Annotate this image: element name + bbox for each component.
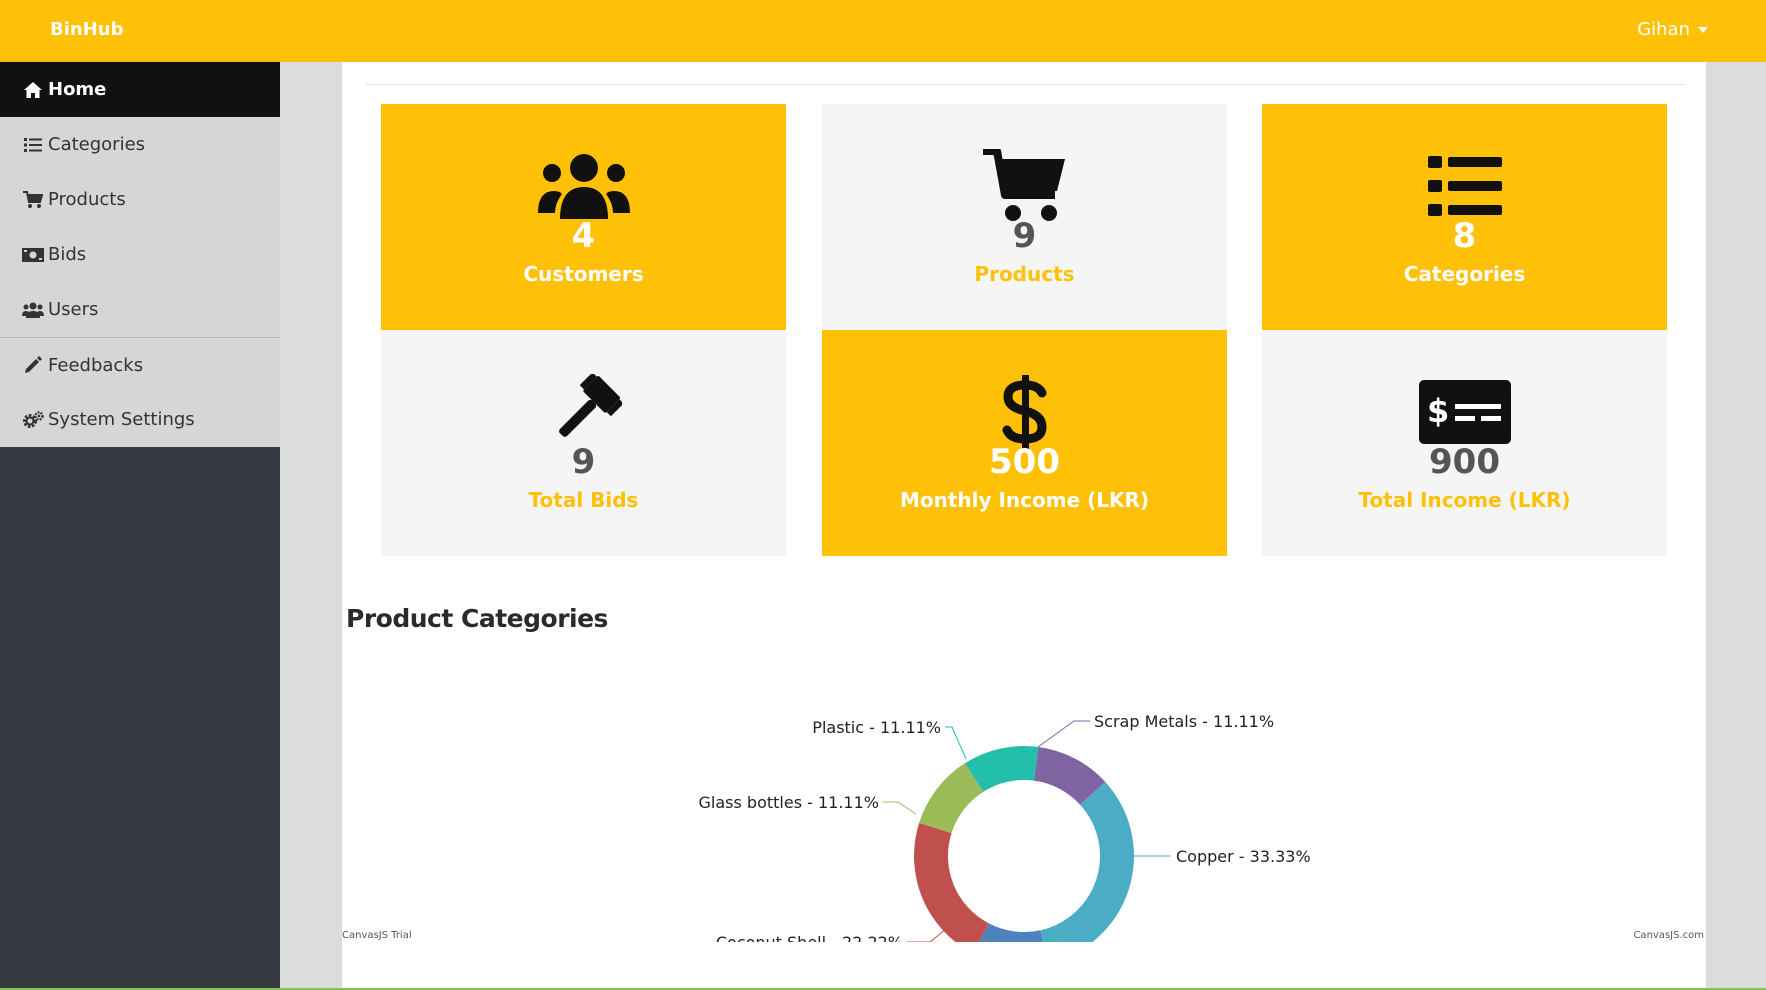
stat-card-categories: 8 Categories	[1262, 104, 1667, 330]
sidebar: Home Categories Products Bids Users Feed…	[0, 62, 280, 990]
stat-label: Products	[974, 262, 1075, 286]
chart-data-label: Glass bottles - 11.11%	[699, 793, 879, 812]
chart-credit-left[interactable]: CanvasJS Trial	[342, 930, 412, 941]
caret-down-icon	[1698, 27, 1708, 33]
list-icon	[1262, 148, 1667, 224]
stat-label: Categories	[1403, 262, 1526, 286]
user-dropdown[interactable]: Gihan	[1637, 19, 1708, 40]
stat-card-customers: 4 Customers	[381, 104, 786, 330]
chart-data-label: Scrap Metals - 11.11%	[1094, 712, 1274, 731]
sidebar-item-home[interactable]: Home	[0, 62, 280, 117]
user-name: Gihan	[1637, 19, 1690, 40]
stat-value: 500	[989, 442, 1060, 482]
users-icon	[22, 299, 44, 321]
sidebar-item-categories[interactable]: Categories	[0, 117, 280, 172]
chart-label-connector	[883, 801, 917, 815]
sidebar-item-label: Bids	[48, 244, 87, 265]
stat-value: 8	[1452, 216, 1477, 256]
main-content: 4 Customers 9 Products 8 Categories 9 To…	[342, 62, 1706, 988]
stat-label: Total Income (LKR)	[1358, 488, 1571, 512]
cart-icon	[22, 189, 44, 211]
stat-card-total-income: $ 900 Total Income (LKR)	[1262, 330, 1667, 556]
sidebar-item-label: Feedbacks	[48, 354, 144, 376]
sidebar-item-products[interactable]: Products	[0, 172, 280, 227]
dollar-icon	[822, 374, 1227, 450]
chart-data-label: Plastic - 11.11%	[812, 718, 941, 737]
svg-text:$: $	[1427, 392, 1449, 430]
sidebar-item-label: Users	[48, 299, 99, 320]
product-categories-chart: Copper - 33.33%Aluminum - 0%Books and Pa…	[699, 712, 1311, 942]
chart-credit-right[interactable]: CanvasJS.com	[1633, 930, 1704, 941]
money-bill-icon	[22, 244, 44, 266]
sidebar-item-system-settings[interactable]: System Settings	[0, 392, 280, 447]
gears-icon	[22, 409, 44, 431]
stat-value: 900	[1429, 442, 1500, 482]
chart-label-connector	[907, 928, 947, 942]
cart-icon	[822, 148, 1227, 224]
sidebar-item-label: System Settings	[48, 409, 195, 430]
stat-label: Total Bids	[528, 488, 639, 512]
brand-logo[interactable]: BinHub	[50, 19, 123, 40]
stat-value: 9	[571, 442, 596, 482]
top-navbar: BinHub Gihan	[0, 0, 1766, 62]
chart-label-connector	[1037, 720, 1090, 748]
chart-slice-copper[interactable]	[1040, 781, 1134, 942]
sidebar-item-users[interactable]: Users	[0, 282, 280, 337]
users-icon	[381, 148, 786, 224]
sidebar-item-feedbacks[interactable]: Feedbacks	[0, 337, 280, 392]
sidebar-item-bids[interactable]: Bids	[0, 227, 280, 282]
sidebar-item-label: Home	[48, 79, 107, 100]
sidebar-item-label: Categories	[48, 134, 146, 155]
stat-card-products: 9 Products	[822, 104, 1227, 330]
stat-card-total-bids: 9 Total Bids	[381, 330, 786, 556]
chart-label-connector	[945, 726, 967, 760]
sidebar-menu: Home Categories Products Bids Users Feed…	[0, 62, 280, 447]
money-check-icon: $	[1262, 374, 1667, 450]
chart-data-label: Copper - 33.33%	[1176, 847, 1311, 866]
stat-value: 9	[1012, 216, 1037, 256]
sidebar-item-label: Products	[48, 189, 126, 210]
stat-value: 4	[571, 216, 596, 256]
chart-data-label: Coconut Shell - 22.22%	[716, 933, 903, 942]
stat-card-monthly-income: 500 Monthly Income (LKR)	[822, 330, 1227, 556]
divider	[365, 84, 1685, 85]
chart-slice-coconut-shell[interactable]	[914, 822, 989, 942]
stat-label: Monthly Income (LKR)	[899, 488, 1150, 512]
list-icon	[22, 134, 44, 156]
pencil-icon	[22, 354, 44, 376]
stat-label: Customers	[523, 262, 644, 286]
gavel-icon	[381, 374, 786, 450]
home-icon	[22, 79, 44, 101]
